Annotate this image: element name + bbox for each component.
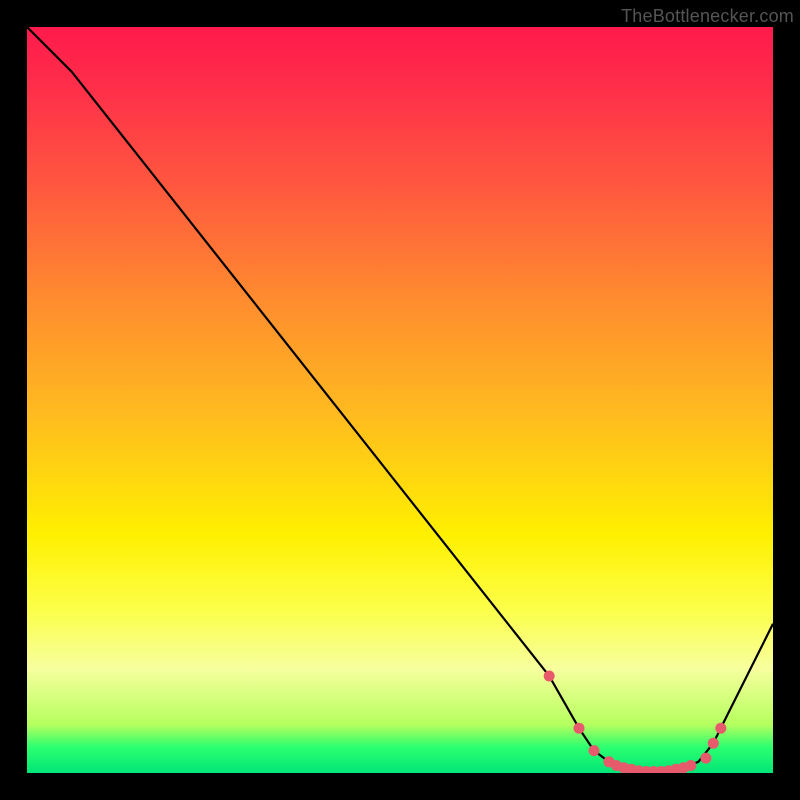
bottleneck-curve (27, 27, 773, 772)
highlight-dot (715, 723, 726, 734)
curve-layer (27, 27, 773, 773)
highlight-dot (544, 671, 555, 682)
source-credit: TheBottlenecker.com (621, 6, 794, 27)
chart-stage: TheBottlenecker.com (0, 0, 800, 800)
plot-area (27, 27, 773, 773)
highlight-dot (589, 745, 600, 756)
highlight-dot (708, 738, 719, 749)
highlight-dot (700, 753, 711, 764)
highlight-dot (574, 723, 585, 734)
highlight-dots (544, 671, 727, 774)
highlight-dot (685, 760, 696, 771)
